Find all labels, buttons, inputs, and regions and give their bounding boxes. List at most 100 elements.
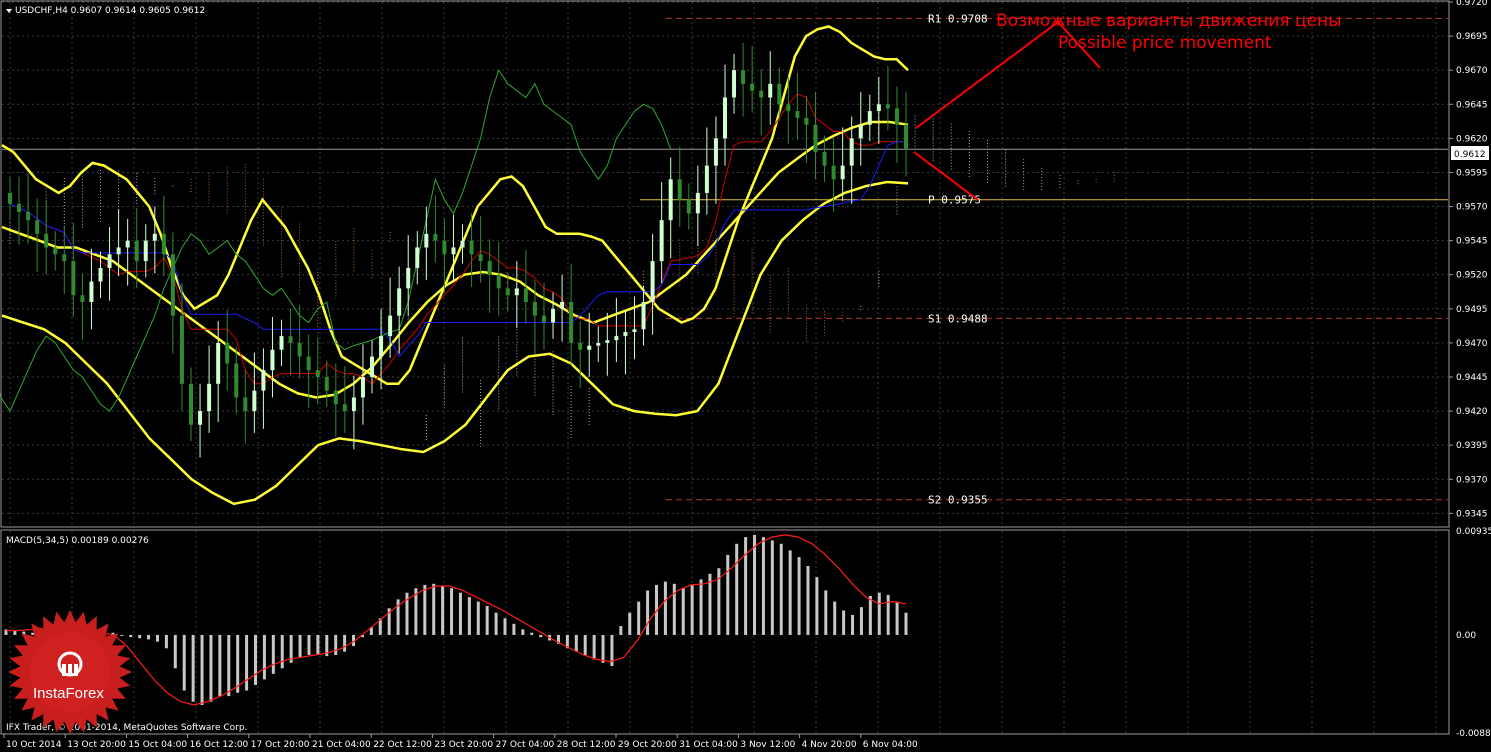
macd-bar [441, 586, 445, 635]
candle-body [8, 192, 12, 204]
candle-body [514, 288, 519, 296]
macd-bar [842, 610, 846, 635]
candle-body [840, 165, 845, 180]
candle-body [677, 179, 682, 200]
macd-bar [316, 634, 320, 655]
candle-body [732, 70, 737, 98]
candle-body [578, 342, 583, 350]
macd-bar [886, 594, 890, 635]
macd-bar [601, 634, 605, 663]
candle-body [370, 356, 375, 377]
candle-body [134, 240, 139, 262]
macd-bar [512, 623, 516, 635]
macd-bar [592, 634, 596, 660]
candle-body [279, 336, 284, 350]
candle-body [768, 83, 773, 98]
candle-body [505, 288, 510, 296]
candle-body [822, 152, 827, 166]
candle-body [704, 165, 709, 193]
macd-bar [209, 634, 213, 702]
candle-body [44, 233, 49, 248]
macd-bar [13, 630, 17, 635]
macd-bar [797, 557, 801, 635]
time-tick-label: 3 Nov 12:00 [740, 740, 795, 750]
macd-bar [895, 601, 899, 635]
price-tick-label: 0.9645 [1456, 100, 1488, 110]
candle-body [207, 383, 212, 412]
price-tick-label: 0.9520 [1456, 271, 1488, 281]
candle-body [17, 203, 22, 212]
macd-bar [806, 566, 810, 635]
price-tick-label: 0.9470 [1456, 339, 1488, 349]
candle-body [170, 254, 175, 316]
candle-body [415, 247, 420, 268]
candle-body [107, 254, 112, 268]
candle-body [569, 302, 574, 343]
candle-body [89, 281, 94, 302]
price-tick-label: 0.9420 [1456, 407, 1488, 417]
macd-bar [859, 607, 863, 635]
candle-body [62, 254, 67, 262]
candle-body [297, 342, 302, 357]
macd-bar [539, 634, 543, 638]
trading-chart[interactable]: R1 0.9708P 0.9575S1 0.9488S2 0.9355 0.97… [0, 0, 1491, 752]
annotation-en: Possible price movement [1058, 33, 1272, 53]
macd-bar [494, 612, 498, 635]
macd-bar [423, 584, 427, 635]
macd-bar [280, 634, 284, 669]
macd-bar [788, 550, 792, 635]
macd-bar [646, 590, 650, 635]
candle-body [35, 220, 40, 234]
candle-body [306, 356, 311, 371]
macd-bar [200, 634, 204, 705]
candle-body [858, 124, 863, 139]
candle-body [98, 267, 103, 282]
macd-bar [236, 634, 240, 693]
candle-body [433, 233, 438, 241]
candle-body [632, 329, 637, 332]
candle-body [333, 390, 338, 405]
price-tick-label: 0.9545 [1456, 237, 1488, 247]
macd-bar [476, 601, 480, 635]
candle-body [741, 70, 746, 84]
candle-body [750, 83, 755, 91]
annotation-ru: Возможные варианты движения цены [996, 11, 1342, 31]
macd-bar [824, 590, 828, 635]
macd-bar [770, 540, 774, 635]
macd-bar [307, 634, 311, 655]
candle-body [849, 138, 854, 166]
candle-body [831, 165, 836, 180]
candle-body [469, 240, 474, 255]
candle-body [867, 111, 872, 125]
price-tick-label: 0.9720 [1456, 0, 1488, 8]
candle-body [288, 336, 293, 343]
candle-body [406, 267, 411, 289]
candle-body [143, 240, 148, 262]
candle-body [668, 179, 673, 221]
macd-bar [619, 626, 623, 635]
macd-bar [672, 583, 676, 635]
chart-background [0, 0, 1491, 752]
price-tick-label: 0.9670 [1456, 66, 1488, 76]
candle-body [523, 288, 528, 302]
macd-bar [681, 588, 685, 635]
candle-body [80, 295, 85, 302]
time-tick-label: 6 Nov 04:00 [863, 740, 918, 750]
candle-body [379, 336, 384, 357]
candle-body [179, 315, 184, 384]
macd-bar [779, 543, 783, 635]
candle-body [487, 261, 492, 275]
candle-body [261, 370, 266, 391]
candle-body [116, 247, 121, 255]
candle-body [605, 340, 610, 343]
candle-body [614, 336, 619, 341]
macd-bar [833, 601, 837, 635]
macd-bar [521, 629, 525, 635]
price-tick-label: 0.9620 [1456, 134, 1488, 144]
candle-body [161, 233, 166, 255]
macd-bar [637, 601, 641, 635]
macd-bar [182, 634, 186, 691]
time-tick-label: 27 Oct 04:00 [496, 740, 555, 750]
candle-body [813, 124, 818, 152]
macd-bar [262, 634, 266, 680]
